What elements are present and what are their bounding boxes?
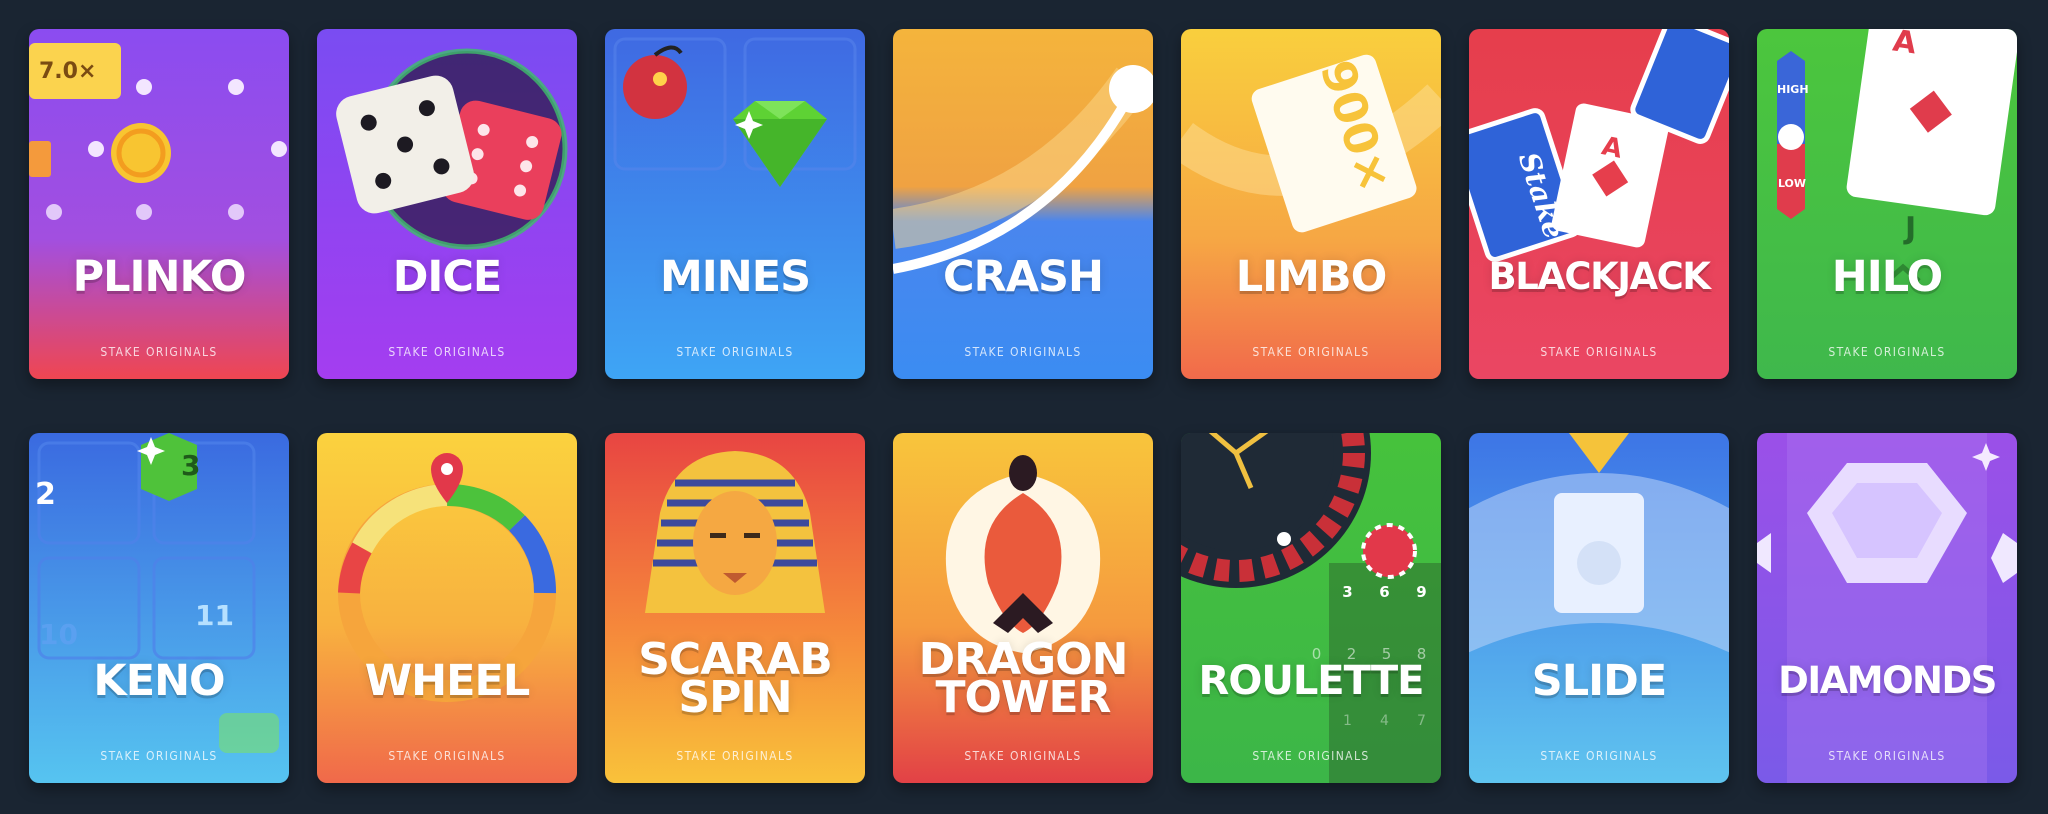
game-card-blackjack[interactable]: A Stake BLACKJACK STAKE ORIGINALS bbox=[1469, 29, 1729, 379]
lower-label: LOW bbox=[1777, 177, 1807, 190]
game-card-keno[interactable]: 2 3 10 11 KENO STAKE ORIGINALS bbox=[29, 433, 289, 783]
table-number: 1 bbox=[1343, 713, 1352, 729]
diamond-icon bbox=[1757, 433, 2017, 783]
higher-label: HIGH bbox=[1777, 83, 1809, 96]
game-card-crash[interactable]: CRASH STAKE ORIGINALS bbox=[893, 29, 1153, 379]
slide-card-icon bbox=[1469, 433, 1729, 783]
game-subtitle: STAKE ORIGINALS bbox=[676, 749, 794, 763]
game-subtitle: STAKE ORIGINALS bbox=[1252, 749, 1370, 763]
playing-cards-icon bbox=[1469, 29, 1729, 379]
game-subtitle: STAKE ORIGINALS bbox=[1828, 749, 1946, 763]
game-subtitle: STAKE ORIGINALS bbox=[388, 345, 506, 359]
keno-tile-icon bbox=[29, 433, 289, 783]
pharaoh-icon bbox=[605, 433, 865, 783]
game-title: SLIDE bbox=[1531, 656, 1667, 706]
game-title: BLACKJACK bbox=[1488, 255, 1711, 298]
game-subtitle: STAKE ORIGINALS bbox=[676, 345, 794, 359]
game-card-limbo[interactable]: 900× LIMBO STAKE ORIGINALS bbox=[1181, 29, 1441, 379]
game-title: MINES bbox=[659, 252, 811, 302]
table-number: 3 bbox=[1342, 583, 1353, 601]
game-title: CRASH bbox=[943, 252, 1104, 302]
game-subtitle: STAKE ORIGINALS bbox=[388, 749, 506, 763]
table-number: 9 bbox=[1416, 583, 1427, 601]
game-title: SCARAB SPIN bbox=[638, 634, 833, 723]
game-card-plinko[interactable]: 7.0× PLINKO STAKE ORIGINALS bbox=[29, 29, 289, 379]
game-title: DRAGON TOWER bbox=[918, 634, 1129, 723]
limbo-art bbox=[1181, 29, 1441, 379]
dragon-egg-icon bbox=[893, 433, 1153, 783]
game-card-dice[interactable]: DICE STAKE ORIGINALS bbox=[317, 29, 577, 379]
next-card-rank: J bbox=[1905, 211, 1917, 246]
dice-icon bbox=[317, 29, 577, 379]
game-title: KENO bbox=[93, 656, 225, 706]
table-number: 4 bbox=[1380, 713, 1389, 729]
game-card-dragon-tower[interactable]: DRAGON TOWER STAKE ORIGINALS bbox=[893, 433, 1153, 783]
game-title: ROULETTE bbox=[1198, 658, 1425, 704]
rocket-curve-icon bbox=[893, 29, 1153, 379]
game-title: DICE bbox=[392, 252, 503, 302]
game-card-diamonds[interactable]: DIAMONDS STAKE ORIGINALS bbox=[1757, 433, 2017, 783]
game-subtitle: STAKE ORIGINALS bbox=[100, 749, 218, 763]
game-title: PLINKO bbox=[72, 252, 247, 302]
keno-number: 3 bbox=[181, 449, 201, 482]
game-subtitle: STAKE ORIGINALS bbox=[1252, 345, 1370, 359]
table-number: 7 bbox=[1417, 713, 1426, 729]
game-card-wheel[interactable]: WHEEL STAKE ORIGINALS bbox=[317, 433, 577, 783]
game-title: WHEEL bbox=[364, 656, 531, 706]
wheel-icon bbox=[317, 433, 577, 783]
game-subtitle: STAKE ORIGINALS bbox=[100, 345, 218, 359]
game-title: LIMBO bbox=[1235, 252, 1388, 302]
game-card-slide[interactable]: SLIDE STAKE ORIGINALS bbox=[1469, 433, 1729, 783]
stake-originals-grid: 7.0× PLINKO STAKE ORIGINALS DICE STAKE O… bbox=[29, 29, 2019, 785]
game-subtitle: STAKE ORIGINALS bbox=[1540, 345, 1658, 359]
game-subtitle: STAKE ORIGINALS bbox=[964, 749, 1082, 763]
game-subtitle: STAKE ORIGINALS bbox=[964, 345, 1082, 359]
roulette-table: 3 6 9 bbox=[1329, 583, 1441, 601]
game-title: HILO bbox=[1831, 252, 1943, 302]
hilo-card-icon bbox=[1757, 29, 2017, 379]
game-subtitle: STAKE ORIGINALS bbox=[1540, 749, 1658, 763]
roulette-wheel-icon bbox=[1181, 433, 1441, 783]
keno-number: 11 bbox=[195, 599, 234, 632]
table-number: 6 bbox=[1379, 583, 1390, 601]
keno-number: 2 bbox=[35, 477, 56, 512]
keno-number: 10 bbox=[39, 618, 78, 651]
game-card-mines[interactable]: MINES STAKE ORIGINALS bbox=[605, 29, 865, 379]
game-card-scarab-spin[interactable]: SCARAB SPIN STAKE ORIGINALS bbox=[605, 433, 865, 783]
game-card-hilo[interactable]: HIGH LOW A J HILO STAKE ORIGINALS bbox=[1757, 29, 2017, 379]
game-subtitle: STAKE ORIGINALS bbox=[1828, 345, 1946, 359]
game-title: DIAMONDS bbox=[1778, 659, 1997, 702]
gem-icon bbox=[605, 29, 865, 379]
multiplier-badge: 7.0× bbox=[39, 59, 97, 84]
game-card-roulette[interactable]: 3 6 9 0 2 5 8 1 4 7 ROULETTE STAKE ORIGI… bbox=[1181, 433, 1441, 783]
roulette-table-bottom: 1 4 7 bbox=[1329, 713, 1441, 729]
